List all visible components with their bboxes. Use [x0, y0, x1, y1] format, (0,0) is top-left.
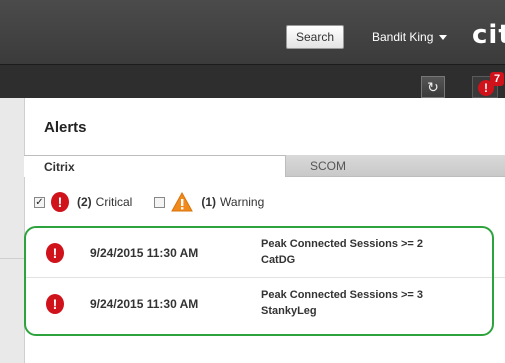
refresh-button[interactable]: ↻: [421, 76, 445, 98]
tab-citrix[interactable]: Citrix: [24, 155, 286, 177]
critical-checkbox[interactable]: ✓: [34, 196, 45, 208]
divider: [0, 258, 24, 259]
critical-icon: !: [51, 192, 69, 212]
warning-checkbox[interactable]: [154, 196, 166, 208]
panel-title: Alerts: [44, 119, 87, 136]
brand-logo: citr: [472, 20, 505, 50]
critical-label: Critical: [95, 195, 133, 209]
chevron-down-icon: [439, 34, 448, 40]
severity-filters: ✓ ! (2) Critical (1) Warning: [34, 192, 286, 212]
notification-badge: 7: [490, 72, 504, 86]
left-strip: [0, 98, 24, 363]
refresh-icon: ↻: [427, 79, 439, 95]
alert-list-highlight: [24, 226, 494, 336]
tab-scom[interactable]: SCOM: [286, 155, 505, 177]
critical-count: (2): [77, 195, 92, 209]
search-button[interactable]: Search: [286, 25, 344, 49]
warning-label: Warning: [220, 195, 265, 209]
user-menu[interactable]: Bandit King: [372, 30, 448, 44]
user-name: Bandit King: [372, 30, 434, 44]
warning-icon: [171, 192, 194, 212]
warning-count: (1): [201, 195, 217, 209]
